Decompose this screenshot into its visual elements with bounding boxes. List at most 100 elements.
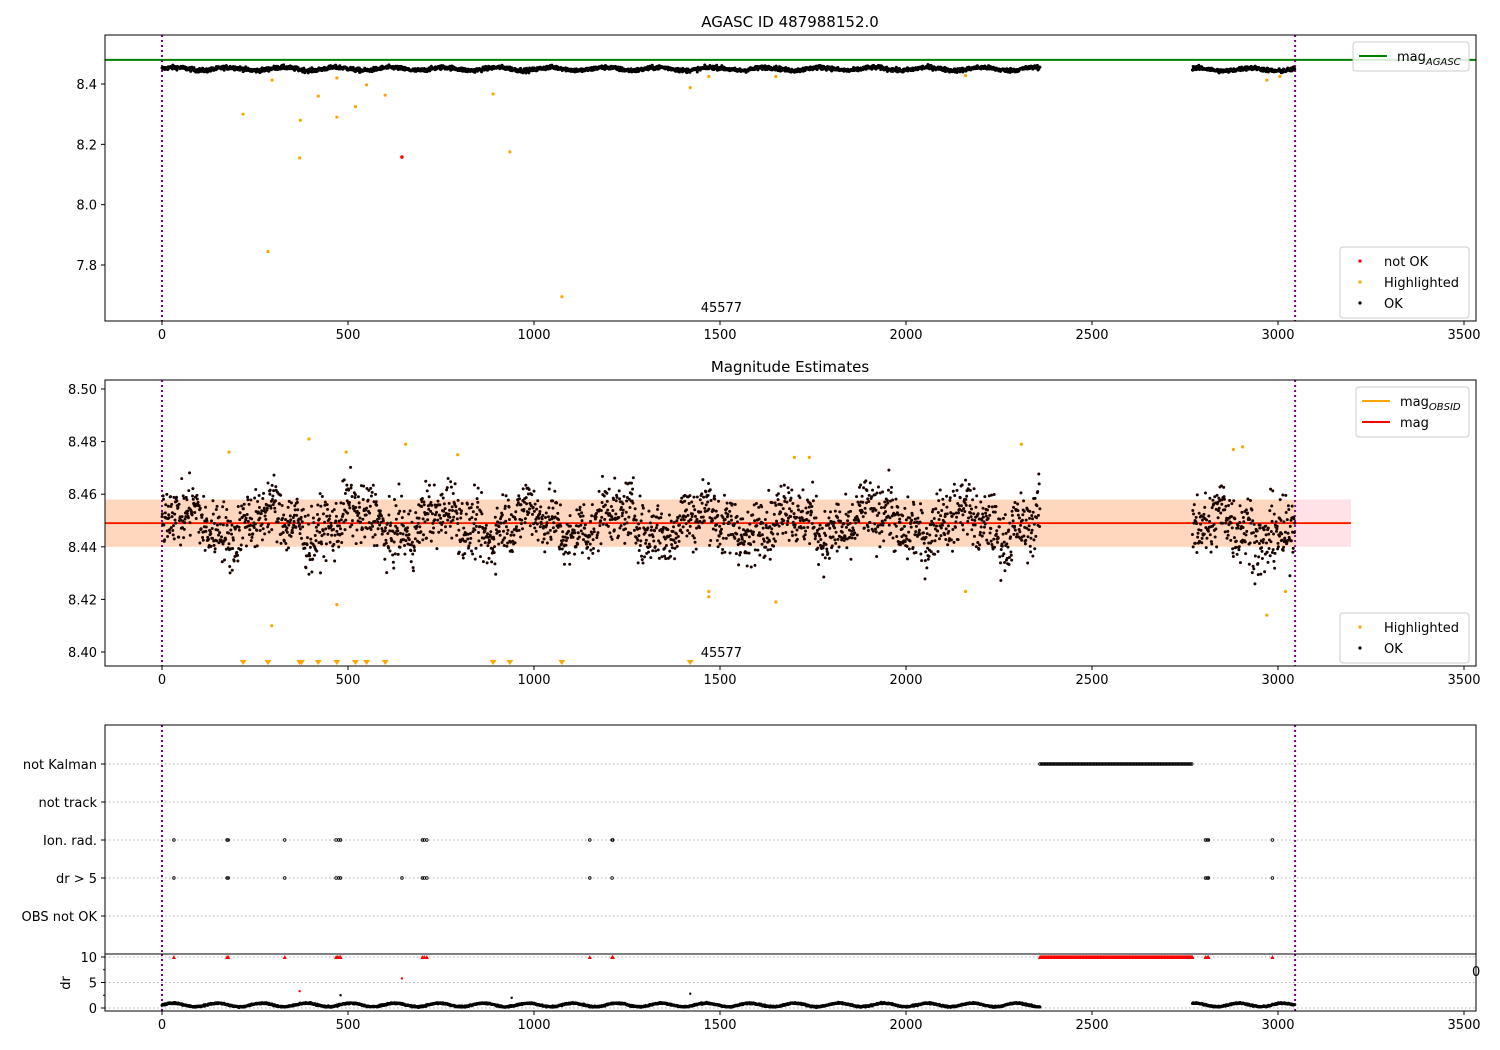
ok-point: [896, 505, 900, 509]
ok-point: [808, 542, 812, 546]
ok-point: [470, 516, 474, 520]
ok-point: [419, 530, 423, 534]
ok-point: [963, 509, 967, 513]
ok-point: [961, 513, 965, 517]
ok-point: [423, 520, 427, 524]
ok-point: [947, 529, 951, 533]
ok-point: [179, 543, 183, 547]
ok-point: [505, 532, 509, 536]
ok-point: [919, 508, 923, 512]
ok-point: [329, 521, 333, 525]
ok-point: [761, 521, 765, 525]
ok-point: [644, 538, 648, 542]
ok-point: [631, 487, 635, 491]
ok-point: [404, 539, 408, 543]
ok-point: [239, 543, 243, 547]
ok-point: [898, 517, 902, 521]
ok-point: [568, 524, 572, 528]
ok-point: [976, 512, 980, 516]
ok-point: [555, 501, 559, 505]
ok-point: [579, 514, 582, 518]
ok-point: [394, 504, 398, 508]
ok-point: [435, 510, 439, 514]
ok-point: [817, 527, 821, 531]
ok-point: [880, 530, 884, 534]
ok-point: [328, 540, 332, 544]
ok-point: [551, 499, 555, 503]
ok-point: [627, 515, 631, 519]
ok-point: [464, 512, 468, 516]
ok-point: [497, 525, 501, 529]
ok-point: [160, 515, 164, 519]
ok-point: [625, 499, 629, 503]
ok-point: [719, 527, 723, 531]
ok-point: [300, 520, 304, 524]
ok-point: [510, 550, 514, 554]
ok-point: [539, 505, 543, 509]
ok-point: [830, 544, 834, 548]
ok-point: [954, 520, 958, 524]
ok-point: [402, 509, 406, 513]
ok-point: [549, 537, 553, 541]
ok-point: [910, 513, 914, 517]
ok-point: [314, 525, 318, 529]
ok-point: [994, 505, 998, 509]
ok-point: [953, 494, 957, 498]
ok-point: [770, 501, 774, 505]
ok-point: [493, 562, 497, 566]
ok-point: [706, 481, 710, 485]
figure: AGASC ID 487988152.0 Magnitude Estimates…: [22, 13, 1481, 1033]
ok-point: [530, 493, 534, 497]
ok-point: [388, 549, 392, 553]
ok-point: [701, 478, 705, 482]
ok-point: [479, 543, 483, 547]
ok-point: [350, 523, 354, 527]
ok-point: [698, 526, 702, 530]
ok-point: [315, 513, 319, 517]
ok-point: [349, 486, 353, 490]
ok-point: [850, 503, 854, 507]
ok-point: [373, 519, 377, 523]
ok-point: [383, 529, 387, 533]
ok-point: [592, 527, 596, 531]
ok-point: [422, 533, 426, 537]
ok-point: [930, 539, 934, 543]
ok-point: [354, 542, 358, 546]
ok-point: [286, 505, 290, 509]
ok-point: [371, 483, 375, 487]
y-tick-label: 8.0: [76, 199, 97, 214]
ok-point: [647, 509, 651, 513]
ok-point: [786, 519, 790, 523]
ok-point: [978, 530, 982, 534]
ok-point: [692, 504, 696, 508]
ok-point: [932, 516, 936, 520]
ok-point: [660, 555, 664, 559]
ok-point: [729, 514, 733, 518]
ok-point: [388, 529, 392, 533]
ok-point: [781, 531, 785, 535]
ok-point: [244, 516, 248, 520]
ok-point: [692, 495, 696, 499]
ok-point: [1009, 550, 1013, 554]
ok-point: [785, 523, 789, 527]
ok-point: [882, 539, 886, 543]
ok-point: [763, 517, 767, 521]
ok-point: [751, 530, 755, 534]
ok-point: [802, 526, 806, 530]
ok-point: [403, 552, 407, 556]
ok-point: [982, 531, 986, 535]
ok-point: [653, 545, 657, 549]
ok-point: [654, 526, 658, 530]
ok-point: [200, 513, 204, 517]
ok-point: [305, 543, 309, 547]
ok-point: [973, 523, 977, 527]
ok-point: [435, 547, 439, 551]
ok-point: [425, 489, 429, 493]
ok-point: [936, 529, 940, 533]
ok-point: [509, 533, 513, 537]
ok-point: [350, 495, 354, 499]
ok-point: [414, 511, 418, 515]
ok-point: [257, 494, 261, 498]
ok-point: [753, 519, 757, 523]
ok-point: [536, 499, 540, 503]
